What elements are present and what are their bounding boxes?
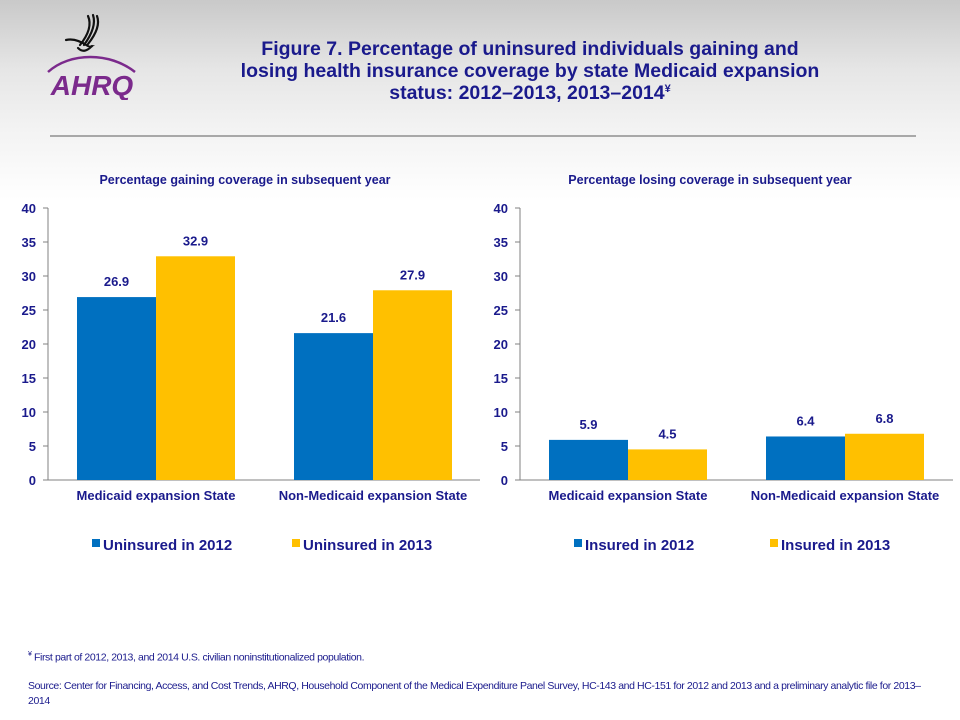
legend-swatch <box>292 539 300 547</box>
source-note: Source: Center for Financing, Access, an… <box>28 680 921 707</box>
data-label: 6.4 <box>796 413 815 428</box>
y-tick-label: 35 <box>22 235 36 250</box>
footnote-text: First part of 2012, 2013, and 2014 U.S. … <box>31 651 365 664</box>
y-tick-label: 40 <box>22 201 36 216</box>
legend-label: Insured in 2012 <box>585 537 694 554</box>
bar <box>373 290 452 480</box>
bar <box>549 439 628 480</box>
data-label: 21.6 <box>321 310 346 325</box>
y-tick-label: 20 <box>22 337 36 352</box>
data-label: 27.9 <box>400 267 425 282</box>
title-footnote-mark: ¥ <box>664 83 671 95</box>
y-tick-label: 10 <box>22 405 36 420</box>
bar <box>845 433 924 480</box>
svg-text:AHRQ: AHRQ <box>50 70 134 100</box>
legend-swatch <box>770 539 778 547</box>
legend-label: Insured in 2013 <box>781 537 890 554</box>
y-tick-label: 35 <box>494 235 508 250</box>
data-label: 26.9 <box>104 274 129 289</box>
y-tick-label: 20 <box>494 337 508 352</box>
y-tick-label: 15 <box>494 371 508 386</box>
header-divider <box>50 135 916 137</box>
y-tick-label: 25 <box>22 303 36 318</box>
chart-title: Percentage losing coverage in subsequent… <box>568 173 852 187</box>
bar <box>628 449 707 480</box>
y-tick-label: 5 <box>501 439 508 454</box>
y-tick-label: 30 <box>22 269 36 284</box>
y-tick-label: 0 <box>501 473 508 488</box>
y-tick-label: 25 <box>494 303 508 318</box>
category-label: Medicaid expansion State <box>549 488 708 503</box>
y-tick-label: 40 <box>494 201 508 216</box>
bar <box>156 256 235 480</box>
figure-title: Figure 7. Percentage of uninsured indivi… <box>230 38 830 104</box>
data-label: 32.9 <box>183 233 208 248</box>
chart-title: Percentage gaining coverage in subsequen… <box>99 173 390 187</box>
y-tick-label: 0 <box>29 473 36 488</box>
title-text: Figure 7. Percentage of uninsured indivi… <box>240 38 820 104</box>
y-tick-label: 10 <box>494 405 508 420</box>
bar <box>294 333 373 480</box>
data-label: 4.5 <box>658 426 676 441</box>
category-label: Non-Medicaid expansion State <box>751 488 940 503</box>
category-label: Non-Medicaid expansion State <box>279 488 468 503</box>
footnote: ¥ First part of 2012, 2013, and 2014 U.S… <box>28 651 365 664</box>
data-label: 5.9 <box>579 417 597 432</box>
bar <box>77 297 156 480</box>
category-label: Medicaid expansion State <box>77 488 236 503</box>
charts-area: Percentage gaining coverage in subsequen… <box>22 173 953 554</box>
bar <box>766 436 845 480</box>
data-label: 6.8 <box>875 411 893 426</box>
legend-swatch <box>574 539 582 547</box>
y-tick-label: 15 <box>22 371 36 386</box>
y-tick-label: 30 <box>494 269 508 284</box>
legend-label: Uninsured in 2012 <box>103 537 232 554</box>
legend-label: Uninsured in 2013 <box>303 537 432 554</box>
y-tick-label: 5 <box>29 439 36 454</box>
legend-swatch <box>92 539 100 547</box>
ahrq-logo: AHRQ <box>30 10 150 100</box>
ahrq-wordmark-icon: AHRQ <box>47 55 136 100</box>
